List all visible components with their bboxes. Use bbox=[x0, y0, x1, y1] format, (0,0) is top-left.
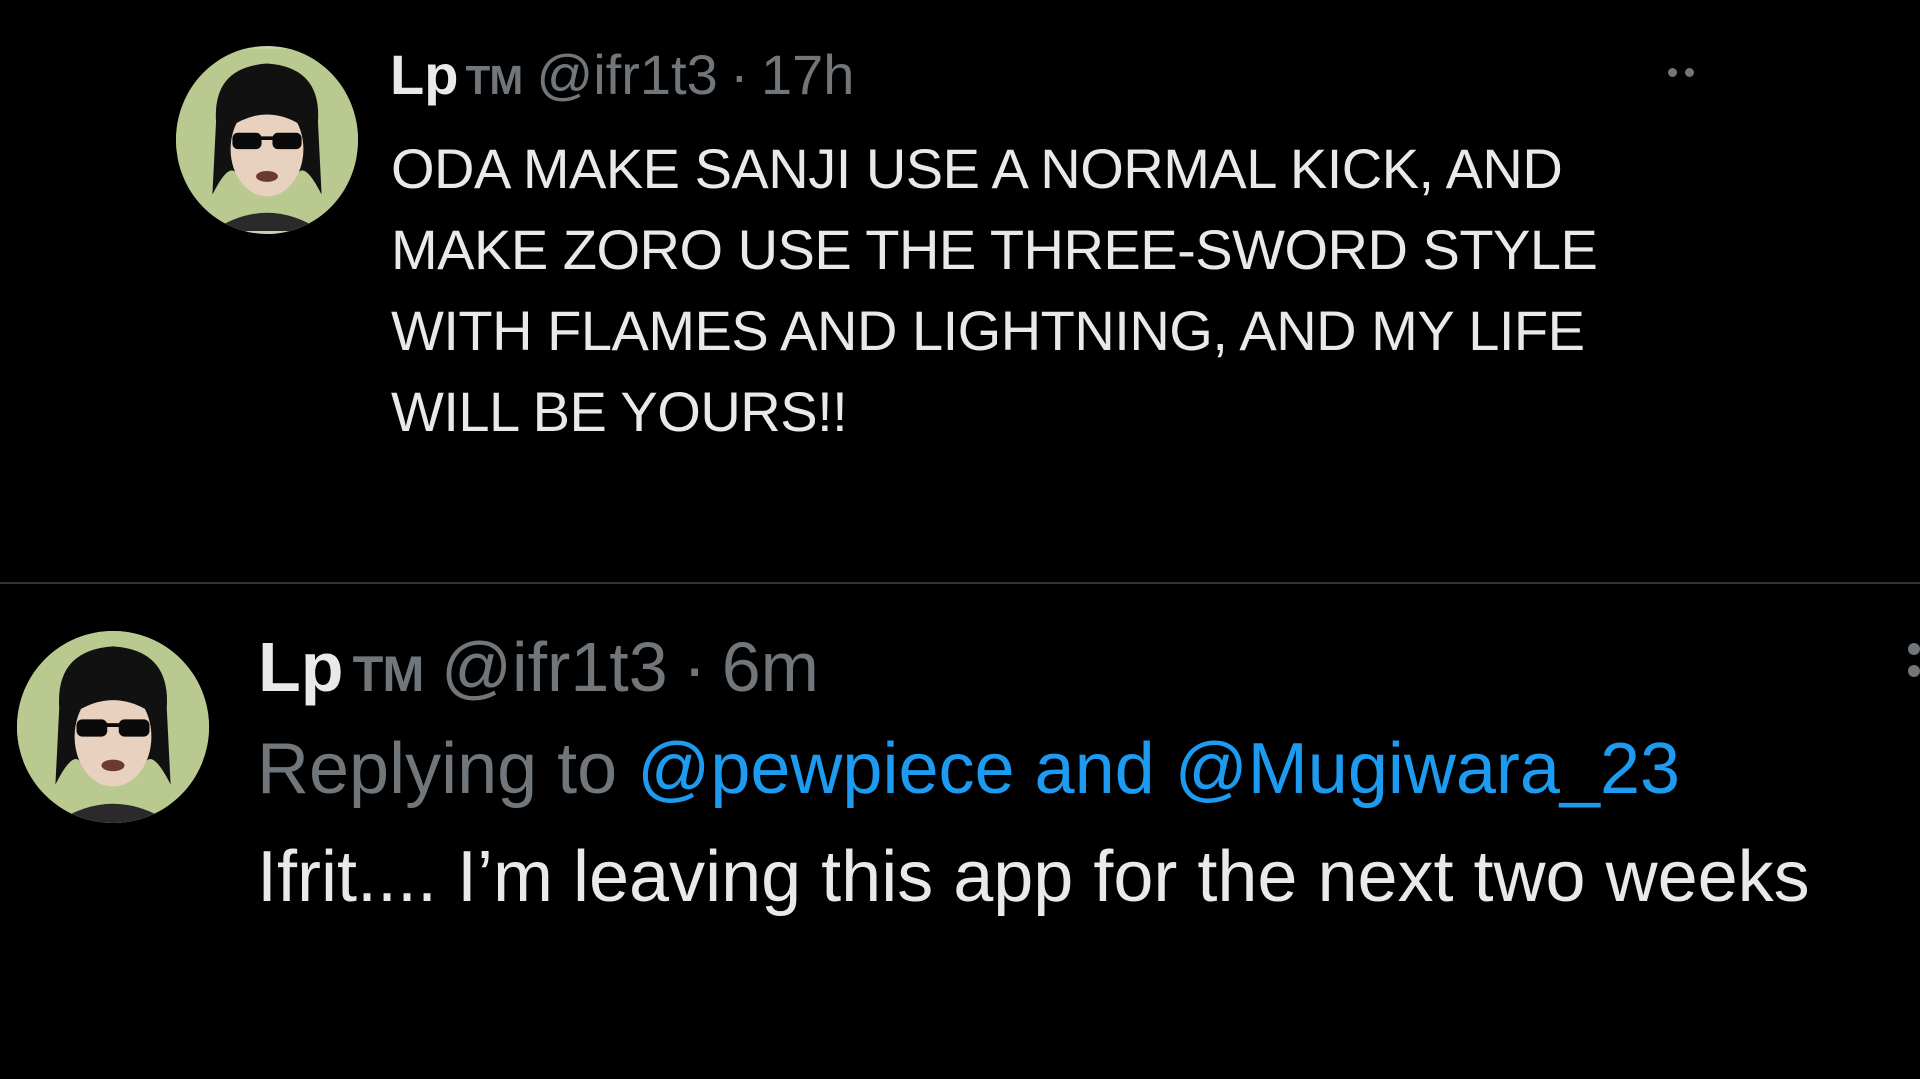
tweet-reply[interactable]: Lp TM @ifr1t3 · 6m Replying to @pewpiece… bbox=[0, 583, 1920, 1079]
dot bbox=[1668, 68, 1677, 77]
display-name[interactable]: Lp bbox=[258, 627, 344, 707]
trademark-badge: TM bbox=[465, 57, 523, 103]
and-word: and bbox=[1034, 729, 1155, 809]
user-handle[interactable]: @ifr1t3 bbox=[536, 42, 717, 107]
tweet-text-line: WITH FLAMES AND LIGHTNING, AND MY LIFE bbox=[391, 299, 1585, 362]
tweet-text: Ifrit.... I’m leaving this app for the n… bbox=[257, 837, 1810, 917]
avatar[interactable] bbox=[176, 46, 358, 234]
user-avatar-icon bbox=[17, 631, 209, 823]
mention-link[interactable]: @pewpiece bbox=[637, 729, 1014, 809]
more-vertical-icon[interactable] bbox=[1908, 643, 1920, 677]
trademark-badge: TM bbox=[352, 645, 425, 702]
mention-link[interactable]: @Mugiwara_23 bbox=[1175, 729, 1680, 809]
user-avatar-icon bbox=[176, 49, 358, 231]
separator-dot: · bbox=[683, 628, 707, 706]
replying-to-line: Replying to @pewpiece and @Mugiwara_23 bbox=[257, 728, 1680, 810]
avatar[interactable] bbox=[17, 631, 209, 823]
dot bbox=[1908, 643, 1920, 655]
tweet-text: ODA MAKE SANJI USE A NORMAL KICK, AND MA… bbox=[391, 128, 1751, 452]
dot bbox=[1685, 68, 1694, 77]
replying-prefix: Replying to bbox=[257, 729, 618, 809]
timestamp[interactable]: 6m bbox=[722, 627, 819, 707]
tweet-original[interactable]: Lp TM @ifr1t3 · 17h ODA MAKE SANJI USE A… bbox=[0, 0, 1920, 582]
tweet-header: Lp TM @ifr1t3 · 6m bbox=[258, 627, 819, 707]
user-handle[interactable]: @ifr1t3 bbox=[441, 627, 668, 707]
dot bbox=[1908, 665, 1920, 677]
tweet-text-line: MAKE ZORO USE THE THREE-SWORD STYLE bbox=[391, 218, 1598, 281]
more-horizontal-icon[interactable] bbox=[1668, 68, 1694, 77]
timestamp[interactable]: 17h bbox=[761, 42, 854, 107]
display-name[interactable]: Lp bbox=[390, 42, 458, 107]
tweet-header: Lp TM @ifr1t3 · 17h bbox=[390, 42, 854, 107]
tweet-text-line: WILL BE YOURS!! bbox=[391, 380, 848, 443]
tweet-text-line: ODA MAKE SANJI USE A NORMAL KICK, AND bbox=[391, 137, 1563, 200]
separator-dot: · bbox=[730, 43, 749, 106]
